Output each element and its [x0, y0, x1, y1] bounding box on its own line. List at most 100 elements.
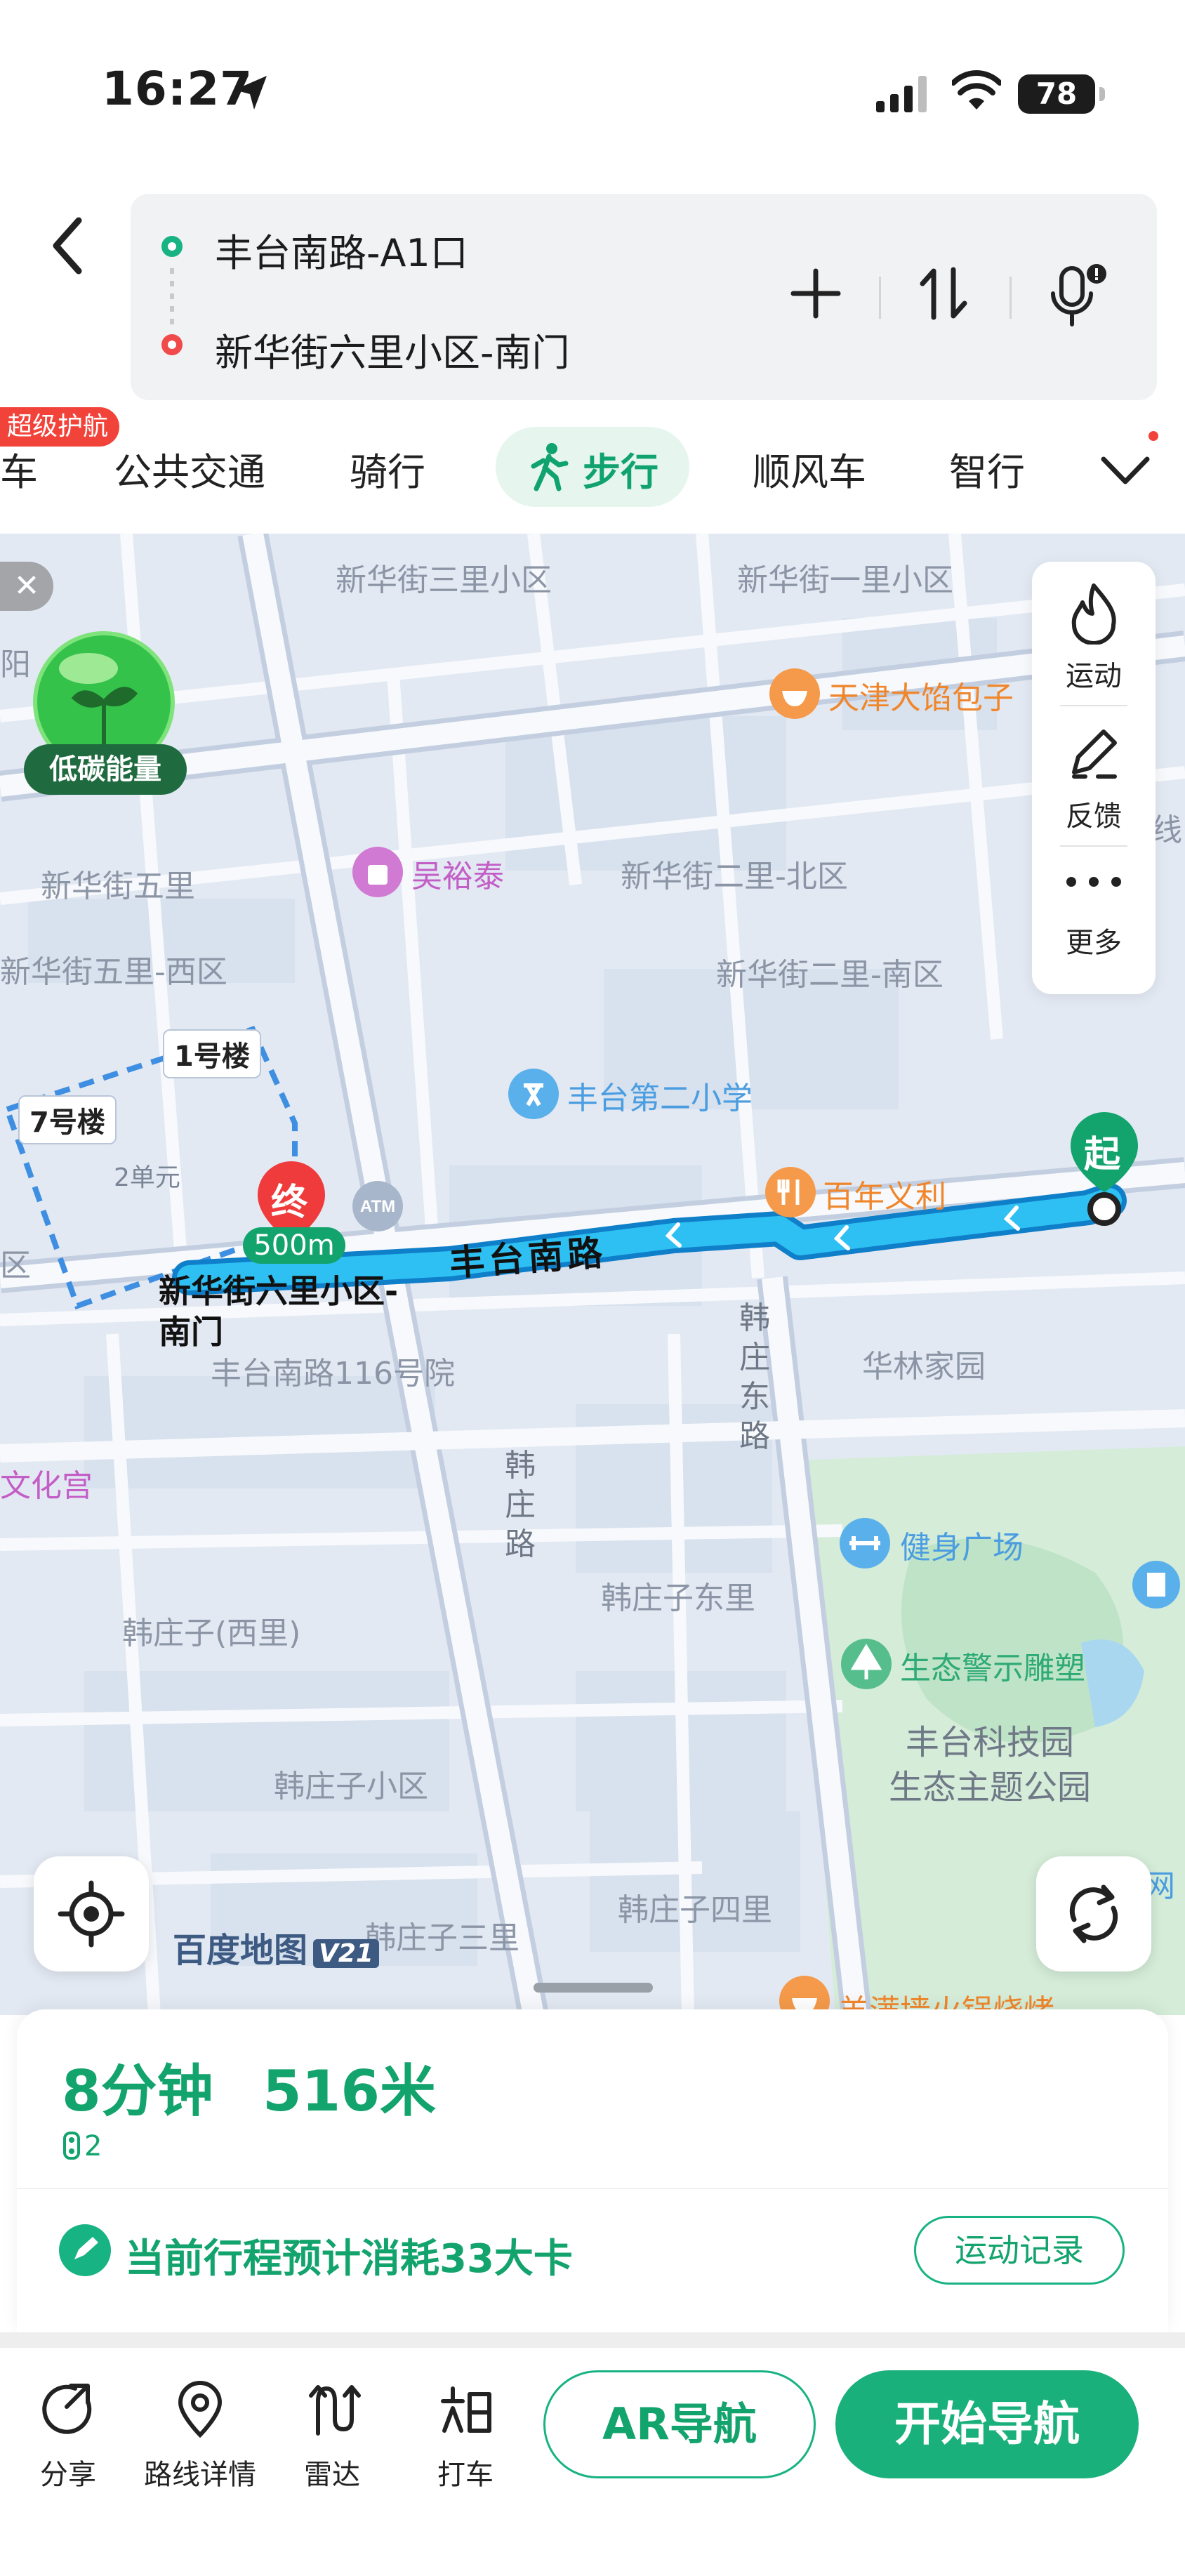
poi-label: 新华街一里小区: [737, 562, 953, 598]
poi-label: 韩庄子四里: [618, 1892, 772, 1928]
poi-label: 新华街五里-西区: [0, 954, 227, 990]
tree-icon[interactable]: [840, 1637, 893, 1691]
share-icon: [42, 2384, 92, 2434]
ar-navigation-button[interactable]: AR导航: [543, 2370, 816, 2478]
traffic-light-icon: [63, 2132, 80, 2160]
calories-estimate: 当前行程预计消耗33大卡: [125, 2236, 573, 2282]
feedback-button[interactable]: 反馈: [1032, 793, 1156, 834]
fitness-icon[interactable]: [838, 1517, 892, 1570]
unit-label: 2单元: [114, 1163, 180, 1192]
divider: [1060, 845, 1127, 847]
refresh-route-button[interactable]: [1036, 1856, 1151, 1971]
poi-label: 韩庄子东里: [601, 1580, 755, 1616]
flame-icon[interactable]: [1064, 581, 1123, 645]
radar-button[interactable]: 雷达: [279, 2380, 385, 2492]
poi-label: 区: [0, 1248, 31, 1283]
sheet-drag-handle[interactable]: [534, 1983, 653, 1993]
add-waypoint-icon[interactable]: [786, 264, 845, 323]
poi-building-icon[interactable]: [1132, 1560, 1181, 1609]
divider: [879, 277, 881, 319]
notification-dot: [1148, 431, 1158, 441]
tab-cycling[interactable]: 骑行: [350, 441, 425, 496]
atm-icon[interactable]: ATM: [351, 1180, 404, 1233]
chevron-down-icon[interactable]: [1099, 449, 1151, 491]
back-icon[interactable]: [42, 211, 98, 281]
low-carbon-energy-label[interactable]: 低碳能量: [24, 744, 187, 795]
building-tag[interactable]: 7号楼: [18, 1095, 117, 1144]
poi-label: 丰台南路116号院: [211, 1356, 455, 1392]
poi-label: 新华街三里小区: [336, 562, 552, 598]
battery-indicator: 78: [1018, 74, 1105, 114]
start-location-field[interactable]: 丰台南路-A1口: [215, 222, 468, 277]
restaurant-icon[interactable]: [764, 1165, 817, 1219]
swap-route-icon[interactable]: [914, 264, 973, 323]
start-dot-icon: [161, 236, 183, 257]
divider: [17, 2188, 1168, 2189]
sport-button[interactable]: 运动: [1032, 653, 1156, 694]
tab-walking-label: 步行: [583, 450, 658, 494]
building-tag[interactable]: 1号楼: [163, 1029, 261, 1078]
divider: [1060, 705, 1127, 706]
poi-label: 新华街二里-南区: [716, 957, 944, 993]
sport-record-button[interactable]: 运动记录: [914, 2216, 1125, 2285]
tab-smart-travel[interactable]: 智行: [949, 441, 1025, 496]
map-view[interactable]: 新华街三里小区 新华街一里小区 天津大馅包子 吴裕泰 新华街二里-北区 新华街五…: [0, 534, 1185, 2015]
shopping-bag-icon[interactable]: [351, 845, 404, 899]
route-detail-button[interactable]: 路线详情: [138, 2380, 263, 2492]
poi-label: 线: [1151, 812, 1182, 848]
more-dots-icon[interactable]: [1064, 875, 1123, 889]
taxi-button[interactable]: 打车: [413, 2380, 518, 2492]
poi-label: 韩庄子(西里): [122, 1616, 301, 1651]
map-logo: 百度地图 V21: [173, 1922, 379, 1971]
end-dot-icon: [161, 334, 183, 355]
radar-icon: [309, 2385, 361, 2436]
poi-fitness[interactable]: 健身广场: [900, 1522, 1024, 1567]
refresh-icon: [1069, 1884, 1118, 1943]
pencil-leaf-icon: [74, 2237, 98, 2259]
share-button[interactable]: 分享: [15, 2380, 121, 2492]
tab-public-transit[interactable]: 公共交通: [114, 441, 265, 496]
map-side-panel: 运动 反馈 更多: [1032, 562, 1156, 994]
route-detail-label: 路线详情: [144, 2459, 256, 2491]
taxi-label: 打车: [437, 2459, 494, 2491]
route-distance: 516米: [263, 2059, 436, 2124]
locate-button[interactable]: [34, 1856, 149, 1971]
start-navigation-button[interactable]: 开始导航: [835, 2370, 1139, 2478]
map-logo-text: 百度地图: [173, 1931, 308, 1970]
close-button[interactable]: ✕: [0, 562, 53, 611]
map-version-badge: V21: [313, 1939, 379, 1968]
poi-label: 文化宫: [0, 1468, 93, 1504]
voice-input-icon[interactable]: [1043, 264, 1113, 327]
poi-restaurant[interactable]: 天津大馅包子: [828, 673, 1014, 718]
start-pin-label: 起: [1084, 1134, 1121, 1176]
end-pin-label: 终: [271, 1182, 308, 1224]
cellular-signal-icon: [876, 76, 927, 112]
tab-carpool[interactable]: 顺风车: [753, 441, 866, 496]
poi-label: 韩庄子小区: [274, 1769, 428, 1804]
school-icon[interactable]: [507, 1067, 560, 1121]
poi-restaurant[interactable]: 百年义利: [823, 1171, 946, 1216]
route-connector: [170, 268, 174, 327]
poi-sculpture[interactable]: 生态警示雕塑: [900, 1643, 1085, 1688]
poi-label: 韩庄子三里: [365, 1920, 519, 1956]
status-time: 16:27: [102, 62, 253, 116]
poi-label: 华林家园: [862, 1349, 986, 1385]
restaurant-icon[interactable]: [768, 667, 821, 720]
poi-school[interactable]: 丰台第二小学: [567, 1073, 753, 1118]
status-bar: 16:27 78: [0, 0, 1185, 190]
edit-pencil-icon[interactable]: [1064, 720, 1123, 784]
end-location-field[interactable]: 新华街六里小区-南门: [215, 322, 570, 377]
end-distance-badge: 500m: [243, 1227, 345, 1264]
divider: [1009, 277, 1012, 319]
more-button[interactable]: 更多: [1032, 920, 1156, 960]
traffic-lights-count: 2: [62, 2130, 102, 2162]
poi-park[interactable]: 丰台科技园 生态主题公园: [889, 1720, 1091, 1810]
walking-icon: [531, 443, 569, 491]
location-arrow-icon: [234, 76, 267, 110]
street-name-east: 韩庄东路: [739, 1300, 770, 1454]
tab-car[interactable]: 车: [0, 441, 38, 496]
tab-walking[interactable]: 步行: [496, 427, 689, 507]
calories-icon: [59, 2224, 111, 2276]
share-label: 分享: [40, 2459, 96, 2491]
poi-shop[interactable]: 吴裕泰: [411, 851, 504, 896]
